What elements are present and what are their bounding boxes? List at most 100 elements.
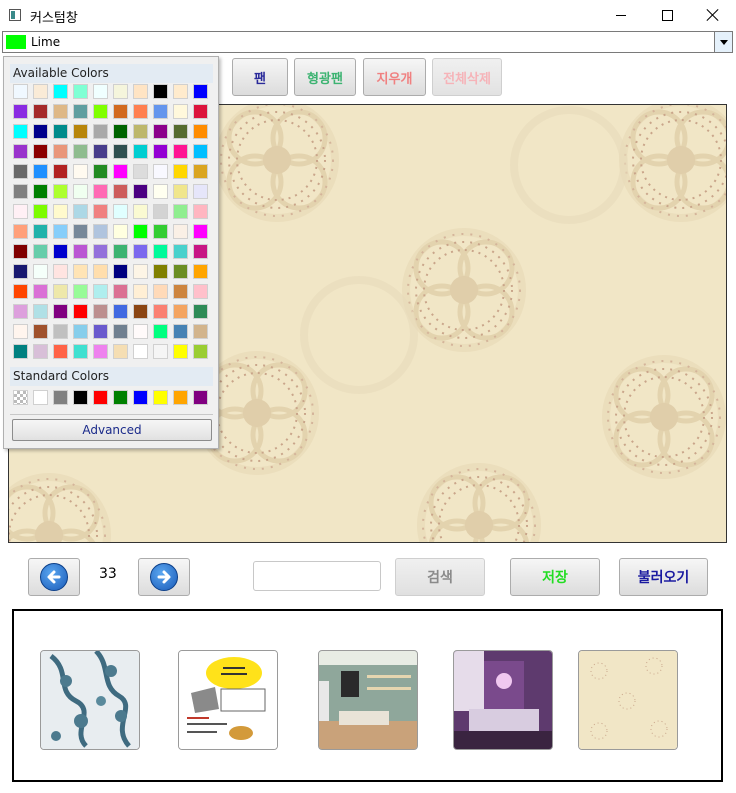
color-swatch[interactable] [53,224,68,239]
color-swatch[interactable] [13,144,28,159]
color-swatch[interactable] [193,344,208,359]
clear-all-button[interactable]: 전체삭제 [432,58,502,96]
color-swatch[interactable] [133,324,148,339]
color-swatch[interactable] [73,304,88,319]
color-swatch[interactable] [193,84,208,99]
color-swatch[interactable] [173,164,188,179]
standard-color-swatch[interactable] [93,390,108,405]
color-swatch[interactable] [13,124,28,139]
color-swatch[interactable] [53,204,68,219]
color-swatch[interactable] [73,184,88,199]
color-swatch[interactable] [133,124,148,139]
color-swatch[interactable] [113,244,128,259]
standard-color-swatch[interactable] [53,390,68,405]
save-button[interactable]: 저장 [510,558,600,596]
color-swatch[interactable] [153,304,168,319]
thumbnail-purple-bedroom[interactable] [453,650,553,750]
color-swatch[interactable] [153,124,168,139]
color-swatch[interactable] [153,244,168,259]
color-swatch[interactable] [133,284,148,299]
color-swatch[interactable] [13,164,28,179]
color-swatch[interactable] [93,204,108,219]
color-swatch[interactable] [33,124,48,139]
color-swatch[interactable] [73,164,88,179]
color-swatch[interactable] [93,304,108,319]
color-swatch[interactable] [53,264,68,279]
color-swatch[interactable] [153,284,168,299]
color-swatch[interactable] [113,124,128,139]
color-swatch[interactable] [113,204,128,219]
color-swatch[interactable] [53,144,68,159]
color-swatch[interactable] [193,244,208,259]
color-swatch[interactable] [173,144,188,159]
color-swatch[interactable] [93,184,108,199]
color-swatch[interactable] [153,144,168,159]
color-swatch[interactable] [93,264,108,279]
color-swatch[interactable] [73,144,88,159]
color-swatch[interactable] [13,244,28,259]
color-swatch[interactable] [33,264,48,279]
standard-color-swatch[interactable] [173,390,188,405]
color-swatch[interactable] [133,224,148,239]
color-swatch[interactable] [53,84,68,99]
color-swatch[interactable] [33,324,48,339]
color-swatch[interactable] [153,164,168,179]
color-swatch[interactable] [193,164,208,179]
load-button[interactable]: 불러오기 [619,558,708,596]
color-swatch[interactable] [153,104,168,119]
color-swatch[interactable] [53,124,68,139]
color-swatch[interactable] [133,204,148,219]
color-swatch[interactable] [93,164,108,179]
color-swatch[interactable] [73,84,88,99]
color-swatch[interactable] [173,204,188,219]
color-swatch[interactable] [113,184,128,199]
color-swatch[interactable] [133,104,148,119]
color-swatch[interactable] [153,264,168,279]
color-swatch[interactable] [13,224,28,239]
highlighter-button[interactable]: 형광팬 [294,58,356,96]
color-swatch[interactable] [53,104,68,119]
color-swatch[interactable] [193,204,208,219]
combo-dropdown-button[interactable] [714,32,732,52]
color-swatch[interactable] [53,244,68,259]
color-swatch[interactable] [13,104,28,119]
color-swatch[interactable] [133,304,148,319]
color-swatch[interactable] [53,184,68,199]
color-swatch[interactable] [53,284,68,299]
color-swatch[interactable] [193,264,208,279]
color-swatch[interactable] [33,144,48,159]
color-swatch[interactable] [133,184,148,199]
color-swatch[interactable] [173,224,188,239]
color-swatch[interactable] [113,224,128,239]
color-swatch[interactable] [193,144,208,159]
color-swatch[interactable] [13,284,28,299]
color-swatch[interactable] [93,84,108,99]
color-swatch[interactable] [113,264,128,279]
color-swatch[interactable] [173,124,188,139]
color-swatch[interactable] [53,344,68,359]
close-button[interactable] [690,0,736,30]
standard-color-swatch[interactable] [33,390,48,405]
standard-color-swatch[interactable] [73,390,88,405]
color-swatch[interactable] [153,324,168,339]
color-swatch[interactable] [73,124,88,139]
color-swatch[interactable] [33,304,48,319]
color-swatch[interactable] [193,224,208,239]
color-swatch[interactable] [73,104,88,119]
color-swatch[interactable] [33,84,48,99]
color-swatch[interactable] [153,184,168,199]
color-swatch[interactable] [133,264,148,279]
color-swatch[interactable] [53,324,68,339]
advanced-button[interactable]: Advanced [12,419,212,441]
color-swatch[interactable] [133,244,148,259]
color-swatch[interactable] [193,184,208,199]
color-swatch[interactable] [173,284,188,299]
color-swatch[interactable] [193,284,208,299]
color-swatch[interactable] [13,304,28,319]
color-swatch[interactable] [33,204,48,219]
color-swatch[interactable] [13,204,28,219]
color-swatch[interactable] [73,204,88,219]
standard-color-swatch[interactable] [113,390,128,405]
thumbnail-poster[interactable] [178,650,278,750]
color-swatch[interactable] [33,224,48,239]
